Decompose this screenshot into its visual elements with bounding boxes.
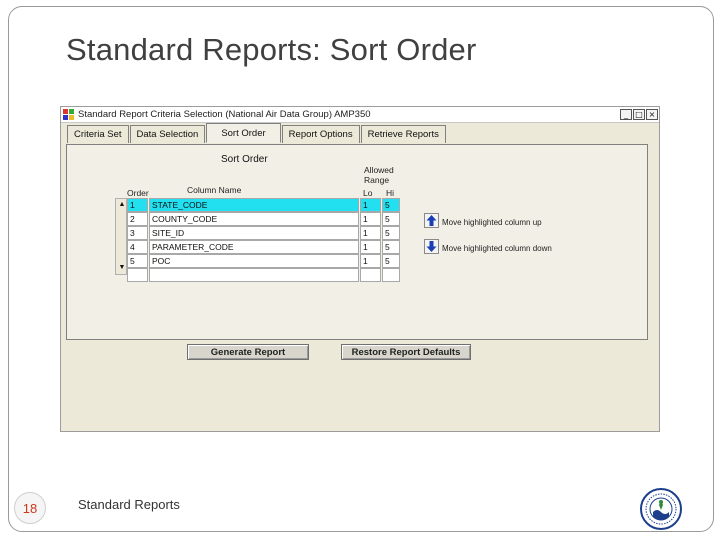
column-name-cell[interactable]: STATE_CODE bbox=[149, 198, 359, 212]
lo-cell[interactable]: 1 bbox=[360, 198, 381, 212]
table-row[interactable]: 5 POC 1 5 bbox=[127, 254, 401, 268]
tab-data-selection[interactable]: Data Selection bbox=[129, 125, 206, 143]
hi-header: Hi bbox=[386, 188, 395, 198]
lo-header: Lo bbox=[363, 188, 373, 198]
sort-order-heading: Sort Order bbox=[221, 154, 268, 165]
table-row[interactable] bbox=[127, 268, 401, 282]
app-icon bbox=[63, 109, 75, 120]
scroll-down-icon[interactable]: ▼ bbox=[117, 263, 127, 273]
column-name-cell[interactable]: COUNTY_CODE bbox=[149, 212, 359, 226]
table-row[interactable]: 1 STATE_CODE 1 5 bbox=[127, 198, 401, 212]
lo-cell[interactable]: 1 bbox=[360, 226, 381, 240]
move-down-button[interactable] bbox=[424, 239, 439, 254]
restore-defaults-button[interactable]: Restore Report Defaults bbox=[341, 344, 471, 360]
allowed-range-label: Allowed Range bbox=[364, 165, 394, 185]
move-up-button[interactable] bbox=[424, 213, 439, 228]
order-cell[interactable]: 5 bbox=[127, 254, 148, 268]
order-cell[interactable]: 4 bbox=[127, 240, 148, 254]
maximize-button[interactable]: □ bbox=[633, 109, 645, 120]
hi-cell[interactable]: 5 bbox=[382, 240, 400, 254]
column-name-cell[interactable]: PARAMETER_CODE bbox=[149, 240, 359, 254]
column-name-cell[interactable] bbox=[149, 268, 359, 282]
lo-cell[interactable]: 1 bbox=[360, 240, 381, 254]
tab-criteria-set[interactable]: Criteria Set bbox=[67, 125, 129, 143]
close-button[interactable]: × bbox=[646, 109, 658, 120]
agency-seal-icon bbox=[640, 488, 682, 530]
arrow-down-icon bbox=[426, 241, 437, 252]
column-name-header: Column Name bbox=[187, 185, 242, 195]
tab-retrieve-reports[interactable]: Retrieve Reports bbox=[360, 125, 446, 143]
tab-report-options[interactable]: Report Options bbox=[281, 125, 360, 143]
arrow-up-icon bbox=[426, 215, 437, 226]
move-up-label: Move highlighted column up bbox=[442, 218, 542, 227]
report-criteria-window: Standard Report Criteria Selection (Nati… bbox=[60, 106, 660, 432]
hi-cell[interactable]: 5 bbox=[382, 198, 400, 212]
order-cell[interactable]: 2 bbox=[127, 212, 148, 226]
page-number: 18 bbox=[14, 492, 46, 524]
order-header: Order bbox=[127, 188, 149, 198]
column-name-cell[interactable]: POC bbox=[149, 254, 359, 268]
window-title: Standard Report Criteria Selection (Nati… bbox=[78, 109, 371, 120]
table-row[interactable]: 2 COUNTY_CODE 1 5 bbox=[127, 212, 401, 226]
window-titlebar: Standard Report Criteria Selection (Nati… bbox=[61, 107, 659, 123]
sort-order-grid: 1 STATE_CODE 1 5 2 COUNTY_CODE 1 5 3 SIT… bbox=[127, 198, 401, 282]
sort-order-panel: Sort Order Allowed Range Order Column Na… bbox=[66, 144, 648, 340]
hi-cell[interactable] bbox=[382, 268, 400, 282]
generate-report-button[interactable]: Generate Report bbox=[187, 344, 309, 360]
order-cell[interactable]: 3 bbox=[127, 226, 148, 240]
order-cell[interactable]: 1 bbox=[127, 198, 148, 212]
move-down-label: Move highlighted column down bbox=[442, 244, 552, 253]
hi-cell[interactable]: 5 bbox=[382, 226, 400, 240]
scroll-up-icon[interactable]: ▲ bbox=[117, 200, 127, 210]
hi-cell[interactable]: 5 bbox=[382, 212, 400, 226]
grid-scrollbar[interactable]: ▲ ▼ bbox=[115, 198, 127, 275]
lo-cell[interactable] bbox=[360, 268, 381, 282]
tab-sort-order[interactable]: Sort Order bbox=[206, 123, 281, 143]
hi-cell[interactable]: 5 bbox=[382, 254, 400, 268]
tab-bar: Criteria Set Data Selection Sort Order R… bbox=[61, 123, 659, 143]
column-name-cell[interactable]: SITE_ID bbox=[149, 226, 359, 240]
order-cell[interactable] bbox=[127, 268, 148, 282]
lo-cell[interactable]: 1 bbox=[360, 254, 381, 268]
slide-title: Standard Reports: Sort Order bbox=[66, 32, 477, 67]
footer-text: Standard Reports bbox=[78, 497, 180, 512]
lo-cell[interactable]: 1 bbox=[360, 212, 381, 226]
table-row[interactable]: 4 PARAMETER_CODE 1 5 bbox=[127, 240, 401, 254]
minimize-button[interactable]: _ bbox=[620, 109, 632, 120]
table-row[interactable]: 3 SITE_ID 1 5 bbox=[127, 226, 401, 240]
